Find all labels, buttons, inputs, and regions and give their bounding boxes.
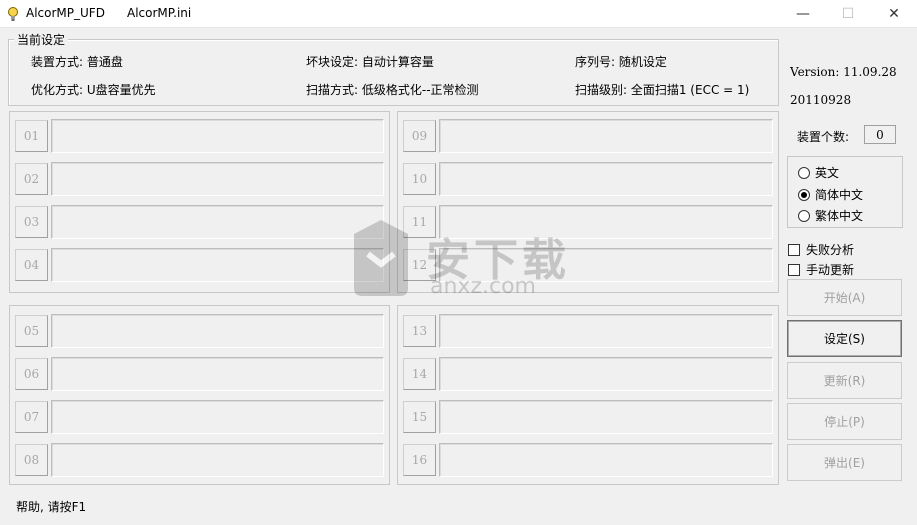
build-date-label: 20110928 xyxy=(790,93,852,107)
radio-english-label: 英文 xyxy=(815,166,840,180)
maximize-button[interactable]: ☐ xyxy=(825,0,871,28)
device-count-label: 装置个数: xyxy=(797,130,850,144)
slot-number-14: 14 xyxy=(403,358,436,390)
slot-number-15: 15 xyxy=(403,401,436,433)
start-button[interactable]: 开始(A) xyxy=(787,279,902,316)
update-button[interactable]: 更新(R) xyxy=(787,362,902,399)
slot-number-03: 03 xyxy=(15,206,48,238)
radio-english[interactable]: 英文 xyxy=(798,164,839,181)
slot-number-04: 04 xyxy=(15,249,48,281)
title-bar: AlcorMP_UFD AlcorMP.ini — ☐ ✕ xyxy=(0,0,917,28)
slot-status-bar xyxy=(439,443,773,477)
serial-setting: 序列号: 随机设定 xyxy=(575,55,667,69)
radio-button-selected[interactable] xyxy=(798,188,810,201)
status-bar-text: 帮助, 请按F1 xyxy=(16,500,87,514)
settings-button[interactable]: 设定(S) xyxy=(787,320,902,357)
manual-update-label: 手动更新 xyxy=(806,263,855,277)
slot-status-bar xyxy=(51,162,384,196)
slot-number-11: 11 xyxy=(403,206,436,238)
version-label: Version: 11.09.28 xyxy=(790,65,897,79)
ini-file-name: AlcorMP.ini xyxy=(127,6,192,20)
slot-status-bar xyxy=(51,357,384,391)
slot-number-16: 16 xyxy=(403,444,436,476)
slot-status-bar xyxy=(51,400,384,434)
scan-mode-setting: 扫描方式: 低级格式化--正常检测 xyxy=(306,83,479,97)
slot-number-06: 06 xyxy=(15,358,48,390)
slot-number-10: 10 xyxy=(403,163,436,195)
radio-simplified-chinese[interactable]: 简体中文 xyxy=(798,186,863,203)
current-settings-title: 当前设定 xyxy=(14,31,69,48)
device-mode-setting: 装置方式: 普通盘 xyxy=(31,55,123,69)
lightbulb-icon xyxy=(8,7,18,21)
slot-status-bar xyxy=(439,162,773,196)
slot-number-08: 08 xyxy=(15,444,48,476)
slot-status-bar xyxy=(51,119,384,153)
slot-status-bar xyxy=(439,248,773,282)
slot-number-01: 01 xyxy=(15,120,48,152)
slot-status-bar xyxy=(51,314,384,348)
slot-status-bar xyxy=(439,400,773,434)
slot-number-07: 07 xyxy=(15,401,48,433)
scan-level-setting: 扫描级别: 全面扫描1 (ECC = 1) xyxy=(575,83,750,97)
slot-number-09: 09 xyxy=(403,120,436,152)
radio-button[interactable] xyxy=(798,209,810,222)
checkbox-box[interactable] xyxy=(788,243,800,256)
minimize-icon: — xyxy=(796,6,810,22)
slot-status-bar xyxy=(51,205,384,239)
radio-traditional-chinese[interactable]: 繁体中文 xyxy=(798,207,863,224)
slot-status-bar xyxy=(439,314,773,348)
close-icon: ✕ xyxy=(888,6,900,22)
slot-status-bar xyxy=(51,443,384,477)
radio-traditional-label: 繁体中文 xyxy=(815,209,864,223)
fail-analysis-label: 失败分析 xyxy=(806,243,855,257)
slot-status-bar xyxy=(51,248,384,282)
slot-number-12: 12 xyxy=(403,249,436,281)
close-button[interactable]: ✕ xyxy=(871,0,917,28)
device-count-value: 0 xyxy=(864,125,896,144)
slot-number-05: 05 xyxy=(15,315,48,347)
window-title: AlcorMP_UFD xyxy=(26,6,105,20)
radio-button[interactable] xyxy=(798,166,810,179)
checkbox-box[interactable] xyxy=(788,263,800,276)
eject-button[interactable]: 弹出(E) xyxy=(787,444,902,481)
minimize-button[interactable]: — xyxy=(780,0,826,28)
maximize-icon: ☐ xyxy=(841,6,855,22)
radio-simplified-label: 简体中文 xyxy=(815,188,864,202)
slot-status-bar xyxy=(439,205,773,239)
slot-number-13: 13 xyxy=(403,315,436,347)
slot-number-02: 02 xyxy=(15,163,48,195)
bad-block-setting: 坏块设定: 自动计算容量 xyxy=(306,55,434,69)
manual-update-checkbox[interactable]: 手动更新 xyxy=(788,261,854,278)
slot-status-bar xyxy=(439,119,773,153)
fail-analysis-checkbox[interactable]: 失败分析 xyxy=(788,241,854,258)
slot-status-bar xyxy=(439,357,773,391)
stop-button[interactable]: 停止(P) xyxy=(787,403,902,440)
optimize-setting: 优化方式: U盘容量优先 xyxy=(31,83,156,97)
